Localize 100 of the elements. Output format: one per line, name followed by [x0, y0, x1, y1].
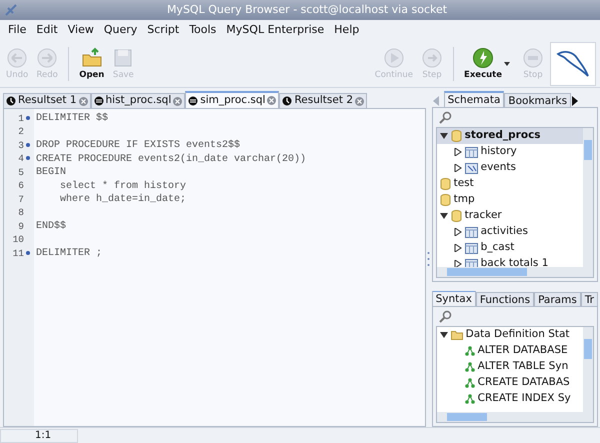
script-icon	[188, 96, 198, 106]
view-icon	[464, 162, 478, 174]
menu-item[interactable]: Tools	[185, 22, 220, 38]
database-icon	[440, 194, 451, 206]
panel-tab[interactable]: Syntax	[432, 291, 476, 306]
splitter-handle-icon[interactable]	[427, 251, 430, 267]
line-number: 8	[18, 206, 24, 220]
menu-item[interactable]: Query	[100, 22, 142, 38]
step-icon	[421, 46, 444, 68]
syntax-topic-icon	[464, 346, 475, 356]
execute-button[interactable]: Execute	[462, 46, 504, 80]
code-line: DROP PROCEDURE IF EXISTS events2$$	[36, 138, 240, 154]
line-number: 10	[12, 233, 24, 248]
editor-tab[interactable]: sim_proc.sql	[185, 91, 280, 108]
result-icon	[6, 96, 16, 106]
app-icon	[4, 3, 18, 17]
tree-item[interactable]: test	[436, 176, 583, 192]
stop-icon	[522, 46, 544, 68]
code-line: DELIMITER $$	[36, 112, 108, 126]
undo-icon	[6, 46, 28, 68]
syntax-topic-icon	[464, 378, 475, 388]
continue-icon	[382, 46, 405, 68]
close-icon[interactable]	[173, 96, 182, 106]
close-icon[interactable]	[78, 96, 88, 106]
tree-item[interactable]: tmp	[436, 192, 583, 208]
line-number: 1	[18, 112, 24, 126]
syntax-topic-icon	[464, 394, 475, 404]
tree-item[interactable]: ALTER DATABASE	[436, 343, 583, 360]
line-number: 5	[18, 166, 24, 180]
table-icon	[464, 146, 478, 158]
open-button[interactable]: Open	[77, 46, 106, 80]
panel-tab[interactable]: Bookmarks	[504, 93, 572, 107]
tree-item[interactable]: b_cast	[436, 240, 583, 256]
tree-item[interactable]: activities	[436, 224, 583, 240]
tree-item[interactable]: tracker	[436, 208, 583, 224]
script-icon	[94, 96, 104, 106]
code-line: where h_date=in_date;	[59, 192, 186, 208]
tree-item[interactable]: CREATE INDEX Sy	[436, 391, 583, 408]
database-icon	[440, 178, 451, 190]
code-line: BEGIN	[36, 166, 66, 180]
close-icon[interactable]	[267, 96, 276, 105]
table-icon	[464, 242, 478, 254]
line-number: 9	[18, 220, 24, 234]
vertical-scrollbar[interactable]	[583, 327, 593, 412]
window-title: MySQL Query Browser - scott@localhost via socket	[166, 2, 448, 18]
menu-item[interactable]: MySQL Enterprise	[222, 22, 328, 38]
line-number: 7	[18, 192, 24, 207]
statement-marker-icon	[26, 116, 30, 120]
dropdown-caret-icon[interactable]	[504, 62, 510, 66]
editor-tab[interactable]: hist_proc.sql	[90, 93, 186, 108]
search-icon[interactable]	[438, 310, 452, 324]
cursor-position: 1:1	[0, 428, 78, 442]
line-number: 6	[18, 179, 24, 194]
folder-icon	[450, 330, 463, 340]
tree-item[interactable]: Data Definition Stat	[436, 327, 583, 344]
tree-item[interactable]: history	[436, 144, 583, 160]
collapse-arrow-icon[interactable]	[440, 332, 448, 338]
collapse-arrow-icon[interactable]	[440, 133, 448, 139]
save-icon	[112, 46, 134, 68]
panel-tab[interactable]: Functions	[476, 292, 534, 306]
horizontal-scrollbar[interactable]	[436, 267, 593, 277]
result-icon	[282, 96, 292, 106]
tree-item[interactable]: stored_procs	[436, 128, 583, 144]
collapse-arrow-icon[interactable]	[440, 213, 448, 219]
horizontal-scrollbar[interactable]	[436, 412, 593, 422]
menu-item[interactable]: View	[64, 22, 98, 38]
redo-icon	[36, 46, 58, 68]
tree-item[interactable]: ALTER TABLE Syn	[436, 359, 583, 376]
database-icon	[450, 130, 462, 142]
syntax-topic-icon	[464, 362, 475, 372]
tree-item[interactable]: events	[436, 160, 583, 176]
line-number: 2	[18, 125, 24, 140]
panel-tab[interactable]: Tr	[580, 292, 598, 306]
statement-marker-icon	[26, 142, 30, 147]
close-icon[interactable]	[355, 96, 364, 106]
open-icon	[80, 46, 103, 68]
execute-icon	[472, 46, 494, 68]
code-line: select * from history	[59, 180, 186, 194]
table-icon	[464, 226, 478, 238]
menu-item[interactable]: Edit	[32, 22, 62, 38]
code-line: CREATE PROCEDURE events2(in_date varchar(20))	[36, 152, 306, 167]
editor-tab[interactable]: Resultset 1	[3, 93, 91, 108]
code-line: DELIMITER ;	[36, 247, 102, 262]
panel-tab[interactable]: Params	[534, 292, 581, 306]
menu-item[interactable]: File	[4, 22, 30, 38]
search-icon[interactable]	[438, 111, 452, 125]
line-number: 11	[12, 246, 24, 261]
statement-marker-icon	[26, 156, 30, 160]
statement-marker-icon	[26, 250, 30, 255]
vertical-scrollbar[interactable]	[583, 128, 593, 267]
editor-tab[interactable]: Resultset 2	[279, 93, 367, 108]
menu-item[interactable]: Help	[330, 22, 364, 38]
line-number: 3	[18, 138, 24, 153]
line-number: 4	[18, 152, 24, 166]
code-editor[interactable]: 1 2 3 4 5 6 7 8 9 10 11 DELIMITER $$ DROP PROCEDURE IF EXISTS events2$$ CREATE PROCEDURE events2(in_date varchar(20)) BEGIN select * from history where h_date=in_date; END$$ DELIMITER ;	[3, 108, 426, 427]
tree-item[interactable]: CREATE DATABAS	[436, 375, 583, 392]
database-icon	[450, 210, 462, 222]
panel-tab[interactable]: Schemata	[444, 91, 504, 107]
menu-item[interactable]: Script	[143, 22, 184, 38]
code-line: END$$	[36, 220, 66, 234]
